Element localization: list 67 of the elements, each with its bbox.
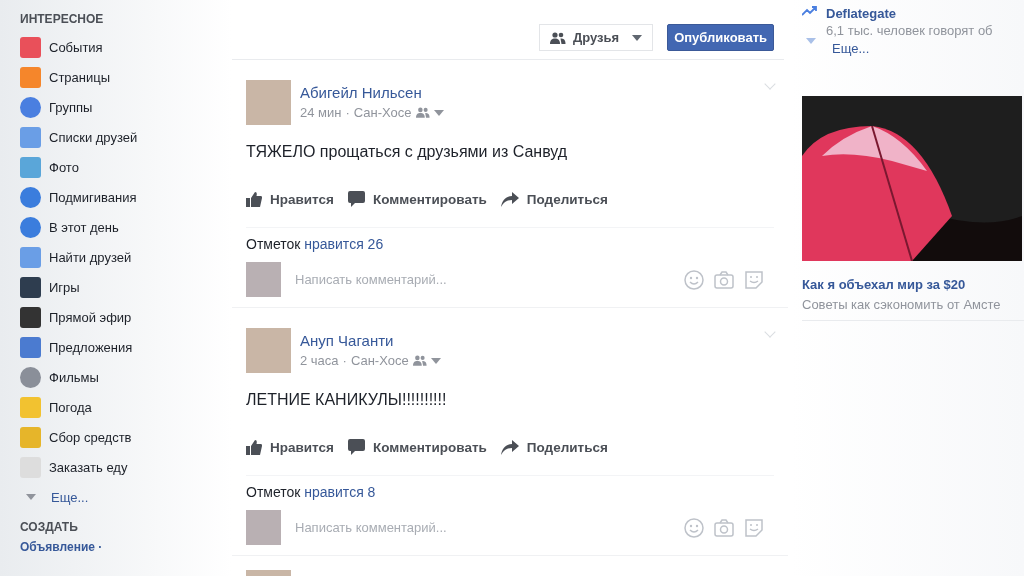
publish-button[interactable]: Опубликовать	[667, 24, 774, 51]
thumbs-up-icon	[246, 439, 262, 455]
share-button[interactable]: Поделиться	[500, 439, 612, 455]
thumbs-up-icon	[246, 191, 262, 207]
share-arrow-icon	[500, 439, 519, 455]
avatar-placeholder	[246, 80, 291, 125]
smiley-icon[interactable]	[684, 269, 704, 290]
sidebar-item[interactable]: События	[49, 39, 103, 55]
ad-subtitle: Советы как сэкономить от Амсте	[802, 297, 1002, 312]
caret-icon	[806, 38, 816, 44]
smiley-icon[interactable]	[684, 517, 704, 538]
sidebar-item[interactable]: Списки друзей	[49, 129, 138, 145]
ad-title[interactable]: Как я объехал мир за $20	[802, 277, 1024, 292]
avatar-placeholder	[246, 262, 281, 297]
section-heading: ИНТЕРЕСНОЕ	[20, 12, 105, 26]
post-location: Сан-Хосе	[353, 105, 412, 120]
caret-icon[interactable]	[430, 357, 441, 364]
post-text: ТЯЖЕЛО прощаться с друзьями из Санвуд	[246, 143, 569, 161]
sidebar-item[interactable]: Заказать еду	[49, 459, 128, 475]
trending-subtitle: 6,1 тыс. человек говорят об	[826, 23, 993, 38]
audience-dropdown[interactable]: Друзья	[539, 24, 654, 51]
sidebar-item[interactable]: Найти друзей	[49, 249, 132, 265]
comment-button[interactable]: Комментировать	[347, 439, 491, 455]
likes-summary: Отметок нравится 26	[246, 227, 774, 252]
sidebar-item[interactable]: Группы	[49, 99, 93, 115]
avatar-placeholder	[246, 328, 291, 373]
sticker-icon[interactable]	[744, 517, 764, 538]
more-link[interactable]: Еще...	[51, 489, 89, 505]
author-link[interactable]: Абигейл Нильсен	[300, 84, 444, 101]
caret-icon[interactable]	[433, 109, 444, 116]
sticker-icon[interactable]	[744, 269, 764, 290]
sidebar-item[interactable]: Страницы	[49, 69, 111, 85]
share-button[interactable]: Поделиться	[500, 191, 612, 207]
sidebar-item[interactable]: Подмигивания	[49, 189, 137, 205]
caret-icon	[26, 494, 36, 500]
comment-field[interactable]: Написать комментарий...	[291, 516, 674, 539]
likes-link[interactable]: нравится 26	[304, 236, 384, 252]
speech-bubble-icon	[347, 439, 365, 455]
post-location: Сан-Хосе	[350, 353, 409, 368]
sidebar-item[interactable]: Игры	[49, 279, 80, 295]
sidebar-item[interactable]: Погода	[49, 399, 92, 415]
separator-dot: ·	[342, 353, 347, 368]
sidebar-item[interactable]: Прямой эфир	[49, 309, 132, 325]
sidebar-item[interactable]: Предложения	[49, 339, 133, 355]
avatar-placeholder	[246, 510, 281, 545]
share-arrow-icon	[500, 191, 519, 207]
section-heading: СОЗДАТЬ	[20, 520, 79, 534]
trending-topic[interactable]: Deflategate	[826, 6, 993, 21]
likes-summary: Отметок нравится 8	[246, 475, 774, 500]
sidebar-item[interactable]: Сбор средств	[49, 429, 132, 445]
post-time: 2 часа	[300, 353, 339, 368]
post-text: ЛЕТНИЕ КАНИКУЛЫ!!!!!!!!!!	[246, 391, 448, 409]
more-link[interactable]: Еще...	[832, 41, 870, 56]
speech-bubble-icon	[347, 191, 365, 207]
sidebar-item[interactable]: Фильмы	[49, 369, 99, 385]
author-link[interactable]: Ануп Чаганти	[300, 332, 441, 349]
trending-icon	[802, 6, 818, 16]
comment-button[interactable]: Комментировать	[347, 191, 491, 207]
likes-link[interactable]: нравится 8	[304, 484, 376, 500]
ad-link[interactable]: Объявление ·	[20, 540, 103, 554]
sidebar-item[interactable]: В этот день	[49, 219, 119, 235]
like-button[interactable]: Нравится	[246, 439, 338, 455]
post-time: 24 мин	[300, 105, 342, 120]
separator-dot: ·	[345, 105, 350, 120]
sidebar-item[interactable]: Фото	[49, 159, 79, 175]
comment-field[interactable]: Написать комментарий...	[291, 268, 674, 291]
like-button[interactable]: Нравится	[246, 191, 338, 207]
